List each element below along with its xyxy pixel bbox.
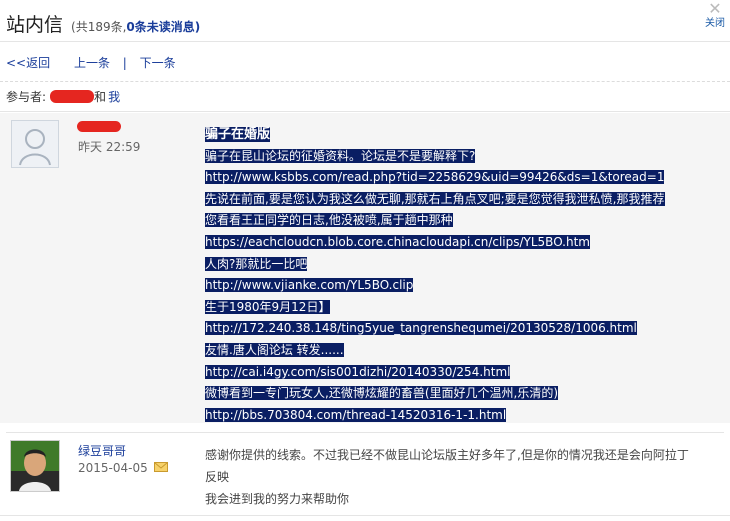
redacted-name: [50, 90, 95, 103]
page-title: 站内信: [6, 14, 64, 36]
reply-line: 感谢你提供的线索。不过我已经不做昆山论坛版主好多年了,但是你的情况我还是会向阿拉…: [205, 448, 689, 462]
count-prefix: (共189条,: [71, 20, 127, 34]
unread-count: 0: [126, 20, 135, 34]
message-date: 2015-04-05: [78, 461, 148, 475]
close-button[interactable]: ✕ 关闭: [704, 0, 726, 30]
reply-line: 反映: [205, 470, 230, 484]
message-link[interactable]: http://www.vjianke.com/YL5BO.clip: [205, 278, 414, 293]
back-link[interactable]: <<返回: [6, 56, 50, 70]
next-link[interactable]: 下一条: [140, 56, 176, 70]
participants-and: 和: [94, 90, 107, 104]
nav-separator: |: [122, 56, 127, 70]
prev-link[interactable]: 上一条: [74, 56, 110, 70]
divider: [0, 515, 730, 516]
message-nav: <<返回 上一条 | 下一条: [6, 54, 176, 71]
close-label[interactable]: 关闭: [704, 18, 726, 30]
mail-icon[interactable]: [153, 461, 168, 475]
message-body: 骗子在婚版 骗子在昆山论坛的征婚资料。论坛是不是要解释下? http://www…: [205, 124, 665, 426]
participants-label: 参与者:: [6, 90, 47, 104]
message-line: 先说在前面,要是您认为我这么做无聊,那就右上角点叉吧;要是您觉得我泄私愤,那我推…: [205, 191, 665, 206]
participant-me-link[interactable]: 我: [108, 88, 120, 105]
unread-suffix: 条未读消息): [134, 20, 201, 34]
close-icon[interactable]: ✕: [704, 0, 726, 18]
user-avatar[interactable]: [10, 440, 60, 492]
message-line: 微博看到一专门玩女人,还微博炫耀的畜兽(里面好几个温州,乐清的): [205, 386, 558, 401]
message-time: 昨天 22:59: [78, 140, 141, 154]
page-header: 站内信 (共189条,0条未读消息): [6, 10, 200, 38]
message-line: 您看看王正同学的日志,他没被喷,属于趟中那种: [205, 213, 453, 228]
message-link[interactable]: http://bbs.703804.com/thread-14520316-1-…: [205, 407, 507, 422]
message-link[interactable]: http://www.ksbbs.com/read.php?tid=225862…: [205, 170, 665, 185]
redacted-sender: [77, 121, 121, 132]
message-link[interactable]: https://eachcloudcn.blob.core.chinacloud…: [205, 234, 590, 249]
default-avatar-icon[interactable]: [11, 120, 59, 168]
sender-name-link[interactable]: 绿豆哥哥: [78, 442, 126, 459]
divider: [0, 111, 730, 112]
reply-line: 我会进到我的努力来帮助你: [205, 492, 350, 506]
message-line: 生于1980年9月12日】: [205, 299, 331, 314]
message-link[interactable]: http://172.240.38.148/ting5yue_tangrensh…: [205, 321, 637, 336]
participants: 参与者: 和 我: [6, 88, 120, 105]
divider: [0, 41, 730, 42]
message-line: 人肉?那就比一比吧: [205, 256, 308, 271]
message-title: 骗子在婚版: [205, 127, 271, 142]
divider: [0, 81, 730, 82]
reply-body: 感谢你提供的线索。不过我已经不做昆山论坛版主好多年了,但是你的情况我还是会向阿拉…: [205, 444, 705, 510]
message-count: (共189条,0条未读消息): [71, 18, 200, 35]
message-line: 骗子在昆山论坛的征婚资料。论坛是不是要解释下?: [205, 148, 476, 163]
message-time: 2015-04-05: [78, 461, 168, 475]
divider: [6, 432, 724, 433]
message-line: 友情.唐人阁论坛 转发......: [205, 342, 344, 357]
message-link[interactable]: http://cai.i4gy.com/sis001dizhi/20140330…: [205, 364, 511, 379]
